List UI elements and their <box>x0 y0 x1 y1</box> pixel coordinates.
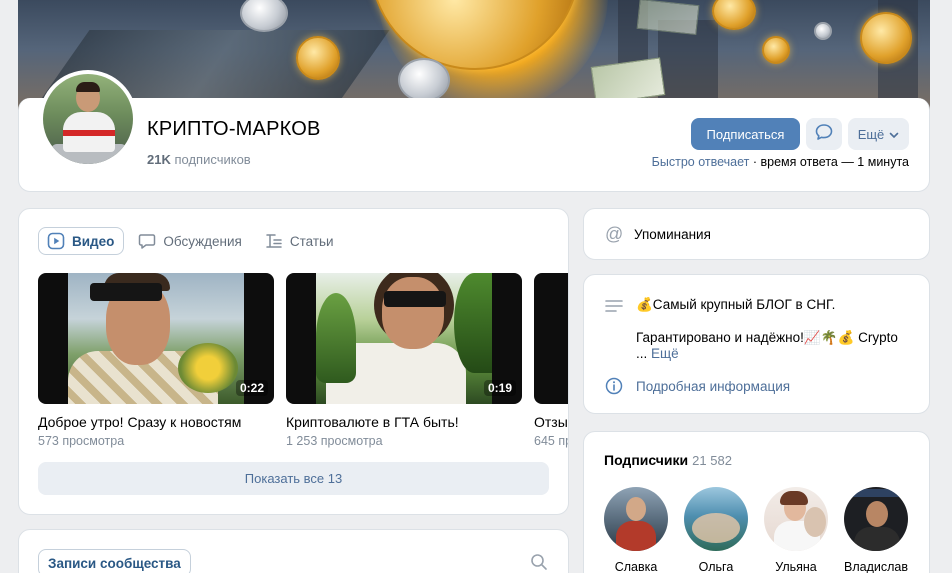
group-avatar[interactable] <box>43 74 133 164</box>
more-button[interactable]: Ещё <box>848 118 909 150</box>
tab-videos[interactable]: Видео <box>38 227 125 255</box>
video-duration: 0:19 <box>483 380 516 396</box>
video-item[interactable]: Отзы 645 пр <box>534 273 569 448</box>
subscribe-button[interactable]: Подписаться <box>691 118 800 150</box>
mentions-label: Упоминания <box>634 227 711 242</box>
video-thumbnail[interactable] <box>534 273 568 404</box>
tab-community-posts[interactable]: Записи сообщества <box>38 549 191 573</box>
follower-item[interactable]: Владислав <box>836 487 916 573</box>
subscribers-label: подписчиков <box>174 152 251 167</box>
reply-status: Быстро отвечает · время ответа — 1 минут… <box>652 155 909 169</box>
video-item[interactable]: 0:22 Доброе утро! Сразу к новостям 573 п… <box>38 273 274 448</box>
group-avatar-ring <box>39 70 137 168</box>
posts-card: Записи сообщества <box>18 529 569 573</box>
description-more-link[interactable]: Ещё <box>651 346 679 361</box>
more-label: Ещё <box>857 126 885 142</box>
at-sign-icon: @ <box>605 224 624 244</box>
article-icon <box>265 232 283 250</box>
follower-item[interactable]: Ульяна <box>756 487 836 573</box>
search-icon[interactable] <box>530 553 548 573</box>
show-all-videos-button[interactable]: Показать все 13 <box>38 462 549 495</box>
video-title[interactable]: Криптовалюте в ГТА быть! <box>286 414 522 430</box>
tab-articles[interactable]: Статьи <box>257 227 343 255</box>
video-views: 573 просмотра <box>38 434 125 448</box>
follower-avatar[interactable] <box>844 487 908 551</box>
reply-time: · время ответа — 1 минута <box>749 155 909 169</box>
follower-avatar[interactable] <box>684 487 748 551</box>
followers-title: Подписчики <box>604 452 689 468</box>
content-tabs: Видео Обсуждения Статьи <box>38 227 343 255</box>
video-views: 1 253 просмотра <box>286 434 383 448</box>
group-description: 💰Самый крупный БЛОГ в СНГ. Гарантировано… <box>636 297 916 363</box>
cover-image <box>18 0 930 110</box>
play-icon <box>47 232 65 250</box>
info-icon <box>605 377 623 400</box>
follower-item[interactable]: Ольга <box>676 487 756 573</box>
description-line-1: 💰Самый крупный БЛОГ в СНГ. <box>636 297 836 312</box>
follower-name[interactable]: Ольга <box>676 560 756 573</box>
about-card: 💰Самый крупный БЛОГ в СНГ. Гарантировано… <box>583 274 930 414</box>
reply-fast-label[interactable]: Быстро отвечает <box>652 155 750 169</box>
description-icon <box>605 299 623 320</box>
mentions-card[interactable]: @ Упоминания <box>583 208 930 260</box>
video-item[interactable]: 0:19 Криптовалюте в ГТА быть! 1 253 прос… <box>286 273 522 448</box>
chevron-down-icon <box>889 127 899 142</box>
detailed-info-link[interactable]: Подробная информация <box>636 379 790 394</box>
follower-avatar[interactable] <box>764 487 828 551</box>
group-title: КРИПТО-МАРКОВ <box>147 118 321 140</box>
followers-card: Подписчики 21 582 Славка Ольга Ульяна Вла… <box>583 431 930 573</box>
tab-discussions-label: Обсуждения <box>163 233 242 249</box>
follower-item[interactable]: Славка <box>596 487 676 573</box>
subscribers-count[interactable]: 21K подписчиков <box>147 152 251 167</box>
video-duration: 0:22 <box>235 380 268 396</box>
follower-avatar[interactable] <box>604 487 668 551</box>
video-thumbnail[interactable]: 0:19 <box>286 273 522 404</box>
group-header: КРИПТО-МАРКОВ 21K подписчиков Подписатьс… <box>18 70 930 192</box>
chat-icon <box>138 232 156 250</box>
follower-name[interactable]: Славка <box>596 560 676 573</box>
video-thumbnail[interactable]: 0:22 <box>38 273 274 404</box>
subscribers-number: 21K <box>147 152 171 167</box>
followers-count: 21 582 <box>692 453 732 468</box>
follower-name[interactable]: Владислав <box>836 560 916 573</box>
description-ellipsis: ... <box>636 346 652 361</box>
video-title[interactable]: Доброе утро! Сразу к новостям <box>38 414 274 430</box>
follower-name[interactable]: Ульяна <box>756 560 836 573</box>
videos-card: Видео Обсуждения Статьи 0:22 Доброе утро… <box>18 208 569 515</box>
followers-header[interactable]: Подписчики 21 582 <box>604 452 732 468</box>
tab-articles-label: Статьи <box>289 233 334 249</box>
tab-discussions[interactable]: Обсуждения <box>130 227 250 255</box>
tab-videos-label: Видео <box>72 233 115 249</box>
video-views: 645 пр <box>534 434 569 448</box>
video-title[interactable]: Отзы <box>534 414 568 430</box>
message-button[interactable] <box>806 118 842 150</box>
message-icon <box>814 122 834 147</box>
description-line-2: Гарантировано и надёжно!📈🌴💰 Crypto <box>636 329 898 345</box>
